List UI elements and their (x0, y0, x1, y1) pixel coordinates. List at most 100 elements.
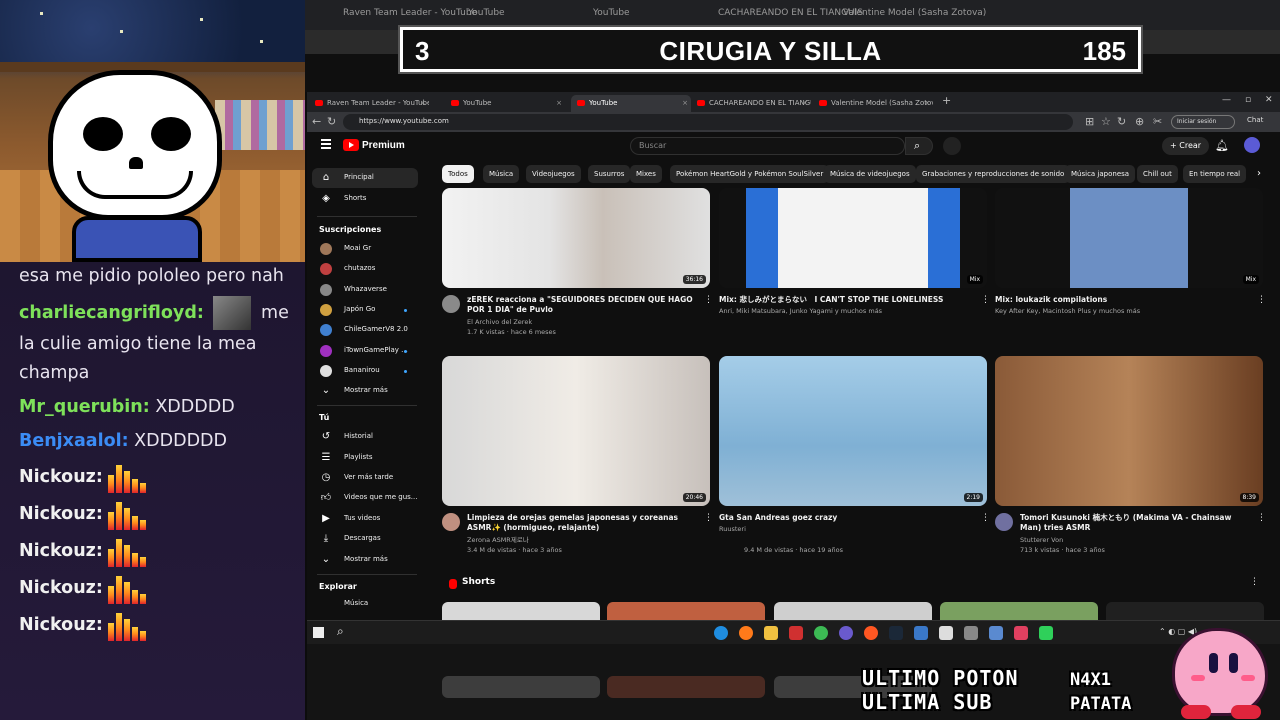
app-icon[interactable] (1014, 626, 1028, 640)
video-title[interactable]: Mix: 悲しみがとまらない I CAN'T STOP THE LONELINE… (719, 295, 949, 305)
filter-chip[interactable]: Música de videojuegos (824, 165, 916, 183)
sidebar-item-you[interactable]: ↺ Historial (312, 427, 418, 447)
tab-close-icon[interactable]: × (802, 95, 808, 112)
video-card[interactable]: Mix Mix: loukazik compilations Key After K… (995, 188, 1266, 358)
video-card[interactable]: 2:19 Gta San Andreas goez crazy Ruusteri 9.… (719, 356, 990, 576)
mic-icon[interactable] (943, 137, 961, 155)
shorts-menu-icon[interactable]: ⋮ (1250, 577, 1259, 587)
video-thumbnail[interactable]: Mix (719, 188, 987, 288)
app-icon[interactable] (914, 626, 928, 640)
maximize-icon[interactable]: ▫ (1245, 95, 1251, 105)
filter-chip[interactable]: Chill out (1137, 165, 1178, 183)
video-thumbnail[interactable]: 20:46 (442, 356, 710, 506)
back-icon[interactable]: ← (312, 115, 321, 128)
channel-name[interactable]: Stutterer Von (1020, 535, 1250, 545)
sidebar-item-you[interactable]: ◷ Ver más tarde (312, 468, 418, 488)
chrome-icon[interactable] (814, 626, 828, 640)
sidebar-channel-item[interactable]: chutazos (312, 259, 418, 279)
browser-tab[interactable]: Valentine Model (Sasha Zotova) × (813, 95, 933, 112)
sidebar-item-music[interactable]: Música (312, 594, 418, 614)
sidebar-item-you[interactable]: ☰ Playlists (312, 448, 418, 468)
app-icon[interactable] (989, 626, 1003, 640)
refresh-icon[interactable]: ↻ (1117, 115, 1126, 128)
short-thumb[interactable] (442, 602, 600, 620)
app-icon[interactable] (939, 626, 953, 640)
channel-name[interactable]: Zerona ASMR제로나 (467, 535, 697, 545)
video-card[interactable]: 20:46 Limpieza de orejas gemelas japonesa… (442, 356, 713, 576)
browser-tab[interactable]: CACHAREANDO EN EL TIANGUIS × (691, 95, 811, 112)
app-icon[interactable] (789, 626, 803, 640)
bookmark-star-icon[interactable]: ☆ (1101, 115, 1111, 128)
video-card[interactable]: 8:39 Tomori Kusunoki 楠木ともり (Makima VA - C… (995, 356, 1266, 576)
channel-name[interactable]: Anri, Miki Matsubara, Junko Yagami y muc… (719, 306, 949, 316)
user-avatar[interactable] (1244, 137, 1260, 153)
tab-close-icon[interactable]: × (924, 95, 930, 112)
bell-icon[interactable]: 🔔︎ (1215, 139, 1229, 152)
steam-icon[interactable] (889, 626, 903, 640)
channel-name[interactable]: Key After Key, Macintosh Plus y muchos m… (995, 306, 1225, 316)
filter-chip[interactable]: Todos (442, 165, 474, 183)
sidebar-item-shorts[interactable]: ◈ Shorts (312, 189, 418, 209)
taskbar-search-icon[interactable]: ⌕ (337, 624, 344, 639)
tab-close-icon[interactable]: × (420, 95, 426, 112)
create-button[interactable]: + Crear (1162, 137, 1210, 155)
sidebar-channel-item[interactable]: Bananirou (312, 361, 418, 381)
filter-chip[interactable]: Grabaciones y reproducciones de sonido (916, 165, 1071, 183)
video-card[interactable]: 36:16 zEREK reacciona a "SEGUIDORES DECID… (442, 188, 713, 358)
new-tab-button[interactable]: + (942, 94, 951, 107)
filter-chip[interactable]: Música (483, 165, 520, 183)
app-icon[interactable] (1039, 626, 1053, 640)
sidebar-channel-item[interactable]: Japón Go (312, 300, 418, 320)
more-options-icon[interactable]: ⋮ (1257, 513, 1266, 523)
more-options-icon[interactable]: ⋮ (1257, 295, 1266, 305)
sidebar-item-principal[interactable]: ⌂ Principal (312, 168, 418, 188)
video-title[interactable]: zEREK reacciona a "SEGUIDORES DECIDEN QU… (467, 295, 697, 315)
brave-icon[interactable] (864, 626, 878, 640)
filter-chip[interactable]: Pokémon HeartGold y Pokémon SoulSilver (670, 165, 830, 183)
short-thumb[interactable] (1106, 602, 1264, 620)
browser-tab[interactable]: YouTube × (445, 95, 565, 112)
search-input[interactable]: Buscar (630, 137, 905, 155)
minimize-icon[interactable]: — (1222, 95, 1231, 105)
video-thumbnail[interactable]: 2:19 (719, 356, 987, 506)
video-card[interactable]: Mix Mix: 悲しみがとまらない I CAN'T STOP THE LONEL… (719, 188, 990, 358)
video-thumbnail[interactable]: 8:39 (995, 356, 1263, 506)
sidebar-channel-item[interactable]: ChileGamerV8 2.0 (312, 320, 418, 340)
translate-icon[interactable]: ⊞ (1085, 115, 1094, 128)
app-icon[interactable] (839, 626, 853, 640)
reload-icon[interactable]: ↻ (327, 115, 336, 128)
sidebar-item-you[interactable]: ▶ Tus videos (312, 509, 418, 529)
channel-avatar[interactable] (442, 295, 460, 313)
tab-close-icon[interactable]: × (556, 95, 562, 112)
video-title[interactable]: Mix: loukazik compilations (995, 295, 1225, 305)
settings-gear-icon[interactable] (964, 626, 978, 640)
sidebar-channel-item[interactable]: Moai Gr (312, 239, 418, 259)
show-more-button[interactable]: ⌄ Mostrar más (312, 550, 418, 570)
browser-tab[interactable]: YouTube × (571, 95, 691, 112)
menu-icon[interactable] (321, 139, 331, 149)
settings-icon[interactable]: ✂ (1153, 115, 1162, 128)
filter-chip[interactable]: En tiempo real (1183, 165, 1247, 183)
filter-chip[interactable]: Mixes (630, 165, 662, 183)
youtube-logo-icon[interactable] (343, 139, 359, 151)
more-options-icon[interactable]: ⋮ (704, 295, 713, 305)
firefox-icon[interactable] (739, 626, 753, 640)
you-heading[interactable]: Tú (319, 413, 329, 422)
short-thumb[interactable] (940, 602, 1098, 620)
browser-tab[interactable]: Raven Team Leader - YouTube × (309, 95, 429, 112)
omnibox[interactable]: https://www.youtube.com (343, 114, 1073, 130)
video-thumbnail[interactable]: 36:16 (442, 188, 710, 288)
search-button[interactable]: ⌕ (905, 137, 933, 155)
more-options-icon[interactable]: ⋮ (981, 295, 990, 305)
video-title[interactable]: Limpieza de orejas gemelas japonesas y c… (467, 513, 697, 533)
chevron-right-icon[interactable]: › (1257, 168, 1261, 179)
short-thumb[interactable] (607, 602, 765, 620)
sidebar-item-you[interactable]: ⤓ Descargas (312, 529, 418, 549)
chat-button[interactable]: Chat (1247, 116, 1263, 124)
folder-icon[interactable] (764, 626, 778, 640)
channel-name[interactable]: El Archivo del Zerek (467, 317, 697, 327)
sidebar-item-you[interactable]: 👍︎ Videos que me gus... (312, 488, 418, 508)
extensions-icon[interactable]: ⊕ (1135, 115, 1144, 128)
tab-close-icon[interactable]: × (682, 95, 688, 112)
more-options-icon[interactable]: ⋮ (704, 513, 713, 523)
